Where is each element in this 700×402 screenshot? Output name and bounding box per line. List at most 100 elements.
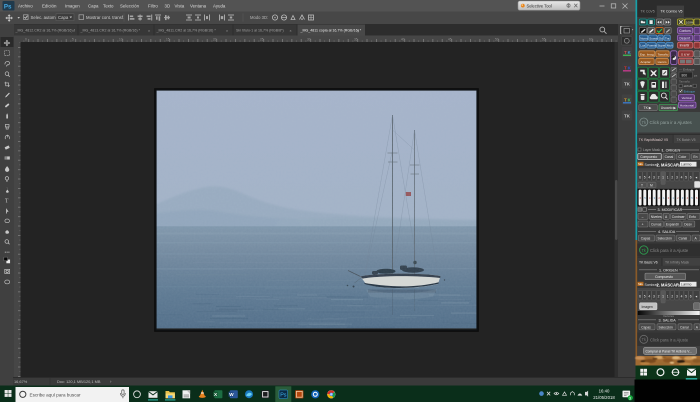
svg-text:TK Combo V5: TK Combo V5 <box>661 10 683 14</box>
svg-text:Color: Color <box>678 155 687 159</box>
svg-text:5: 5 <box>72 38 74 42</box>
svg-text:Ps: Ps <box>280 393 287 399</box>
svg-text:Lienzo: Lienzo <box>658 60 667 64</box>
svg-text:En: En <box>693 155 697 159</box>
svg-text:_MG_4813.CR2 al 16,7% (RGB/16): _MG_4813.CR2 al 16,7% (RGB/16) * <box>80 29 141 33</box>
svg-text:Lumino: Lumino <box>681 282 692 286</box>
svg-text:Capa: Capa <box>58 15 69 20</box>
svg-text:Archivo: Archivo <box>18 4 33 9</box>
svg-text:Doc: 120,1 MB/120,1 MB: Doc: 120,1 MB/120,1 MB <box>57 379 101 384</box>
svg-text:Canal: Canal <box>679 237 688 241</box>
svg-text:Norm: Norm <box>640 36 648 40</box>
svg-text:Compuesto: Compuesto <box>655 275 673 279</box>
svg-text:+: + <box>642 223 644 227</box>
svg-text:Acoplar: Acoplar <box>640 60 650 64</box>
svg-text:TK Batch V5: TK Batch V5 <box>677 138 696 142</box>
svg-text:Click para ir a Ajustes: Click para ir a Ajustes <box>650 120 693 125</box>
svg-text:aRGB: aRGB <box>684 84 692 88</box>
svg-text:S & W: S & W <box>681 52 690 56</box>
svg-text:_MG_4812.CR2 al 16,7% (RGB/16): _MG_4812.CR2 al 16,7% (RGB/16) * <box>15 29 76 33</box>
svg-text:3: 3 <box>629 397 631 401</box>
svg-text:Selec. autom:: Selec. autom: <box>31 15 57 20</box>
svg-text:Desenf.: Desenf. <box>680 36 691 40</box>
svg-text:6: 6 <box>639 294 641 298</box>
svg-text:45: 45 <box>448 38 452 42</box>
svg-text:Curvas: Curvas <box>651 223 662 227</box>
svg-text:2: 2 <box>658 175 660 179</box>
svg-text:55: 55 <box>542 38 546 42</box>
svg-text:Click para ir a Ajuste: Click para ir a Ajuste <box>650 248 689 253</box>
svg-text:Vertical: Vertical <box>682 96 692 100</box>
svg-text:T: T <box>624 50 627 55</box>
svg-text:1: 1 <box>662 294 664 298</box>
svg-text:Comprar el Panel TK Actions V.: Comprar el Panel TK Actions V... <box>646 350 692 354</box>
svg-text:Modo 3D:: Modo 3D: <box>250 15 268 20</box>
svg-text:Contraer: Contraer <box>672 215 686 219</box>
svg-text:SEL: SEL <box>638 282 644 286</box>
svg-text:Layer Mask =: Layer Mask = <box>643 148 663 152</box>
svg-text:3D: 3D <box>165 4 171 9</box>
svg-text:35: 35 <box>354 38 358 42</box>
svg-text:3: 3 <box>676 175 678 179</box>
svg-text:3: 3 <box>653 175 655 179</box>
svg-text:3: 3 <box>653 294 655 298</box>
svg-text:T: T <box>624 98 627 103</box>
svg-text:Canal: Canal <box>680 325 689 329</box>
svg-text:Capas: Capas <box>641 237 651 241</box>
svg-text:6: 6 <box>690 294 692 298</box>
svg-text:×: × <box>357 29 359 33</box>
svg-text:–: – <box>642 215 644 219</box>
svg-text:Capas: Capas <box>641 325 651 329</box>
svg-text:px: px <box>694 74 698 78</box>
svg-text:Desv: Desv <box>684 223 692 227</box>
svg-text:0: 0 <box>25 38 27 42</box>
svg-text:TK RapidMask2 V5: TK RapidMask2 V5 <box>639 138 668 142</box>
svg-text:Luz: Luz <box>640 44 645 48</box>
svg-text:Vista: Vista <box>175 4 185 9</box>
svg-text:Ayuda: Ayuda <box>213 4 226 9</box>
svg-text:Tamaño: Tamaño <box>679 80 690 84</box>
svg-text:Horizontal: Horizontal <box>680 104 694 108</box>
svg-text:2: 2 <box>671 294 673 298</box>
svg-text:Enfo: Enfo <box>689 215 696 219</box>
svg-text:Super: Super <box>658 44 666 48</box>
svg-text:Texto: Texto <box>103 4 114 9</box>
svg-text:Filtro: Filtro <box>148 4 158 9</box>
svg-text:Usuario ▶: Usuario ▶ <box>661 106 677 110</box>
svg-text:5: 5 <box>685 175 687 179</box>
svg-text:Niveles: Niveles <box>651 215 662 219</box>
svg-text:W: W <box>229 392 234 397</box>
svg-text:4: 4 <box>648 175 650 179</box>
svg-text:5: 5 <box>685 294 687 298</box>
svg-text:×: × <box>290 29 292 33</box>
svg-text:1. ORIGEN: 1. ORIGEN <box>662 149 681 153</box>
svg-text:3. SALIDA: 3. SALIDA <box>659 318 677 322</box>
svg-text:_MG_4811.CR2 al 16,7% (RGB/16): _MG_4811.CR2 al 16,7% (RGB/16) * <box>156 29 217 33</box>
svg-text:Mult: Mult <box>667 44 673 48</box>
svg-text:16,67%: 16,67% <box>14 379 28 384</box>
svg-text:Escribe aquí para buscar: Escribe aquí para buscar <box>30 392 82 397</box>
svg-text:M: M <box>650 183 653 187</box>
svg-text:Exp. Imag.: Exp. Imag. <box>640 52 655 56</box>
svg-text:4: 4 <box>681 294 683 298</box>
svg-text:Suave: Suave <box>649 36 658 40</box>
svg-text:Edición: Edición <box>42 4 57 9</box>
svg-text:1: 1 <box>667 175 669 179</box>
svg-text:50: 50 <box>495 38 499 42</box>
svg-text:TK: TK <box>624 114 631 119</box>
svg-text:×: × <box>73 29 75 33</box>
svg-text:×: × <box>226 29 228 33</box>
svg-text:Canal: Canal <box>665 155 674 159</box>
svg-text:16:40: 16:40 <box>599 389 610 394</box>
svg-text:4: 4 <box>681 175 683 179</box>
svg-text:TK: TK <box>624 82 631 87</box>
svg-text:15: 15 <box>166 38 170 42</box>
svg-text:TK Basic V6: TK Basic V6 <box>639 261 658 265</box>
svg-text:Expandir: Expandir <box>666 223 680 227</box>
svg-text:Selective Tool: Selective Tool <box>527 3 552 8</box>
svg-text:Capa: Capa <box>88 4 99 9</box>
svg-text:20: 20 <box>213 38 217 42</box>
svg-text:Selección: Selección <box>659 325 673 329</box>
svg-text:SEL: SEL <box>638 162 644 166</box>
svg-text:1: 1 <box>667 294 669 298</box>
